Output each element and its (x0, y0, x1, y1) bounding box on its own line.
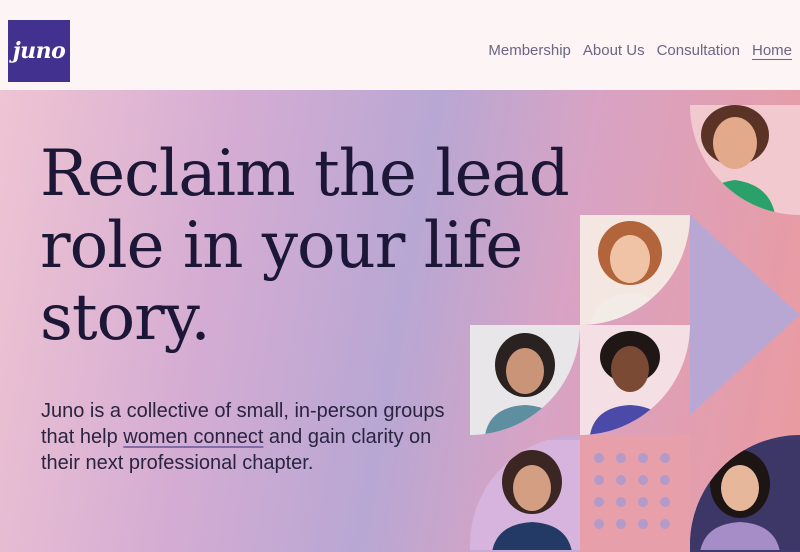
juno-logo[interactable]: juno (8, 20, 70, 82)
nav-membership[interactable]: Membership (488, 42, 571, 59)
woman-portrait-icon (470, 440, 580, 550)
portrait-6 (690, 435, 800, 552)
main-nav: Membership About Us Consultation Home (488, 42, 792, 59)
portrait-collage (470, 105, 800, 552)
women-connect-link[interactable]: women connect (123, 426, 263, 448)
portrait-2 (580, 215, 690, 325)
dot-grid (594, 453, 670, 529)
hero-section: Reclaim the lead role in your life story… (0, 90, 800, 552)
nav-home[interactable]: Home (752, 42, 792, 59)
portrait-3 (470, 325, 580, 435)
nav-about-us[interactable]: About Us (583, 42, 645, 59)
nav-consultation[interactable]: Consultation (657, 42, 740, 59)
woman-portrait-icon (690, 105, 800, 215)
woman-portrait-icon (580, 325, 690, 435)
woman-portrait-icon (580, 215, 690, 325)
hero-description: Juno is a collective of small, in-person… (41, 398, 461, 476)
woman-portrait-icon (690, 440, 800, 550)
dots-panel (580, 435, 690, 552)
portrait-4 (580, 325, 690, 435)
woman-portrait-icon (470, 325, 580, 435)
site-header: juno Membership About Us Consultation Ho… (0, 0, 800, 90)
triangle-shape (690, 215, 800, 415)
portrait-1 (690, 105, 800, 215)
portrait-5 (470, 435, 580, 552)
